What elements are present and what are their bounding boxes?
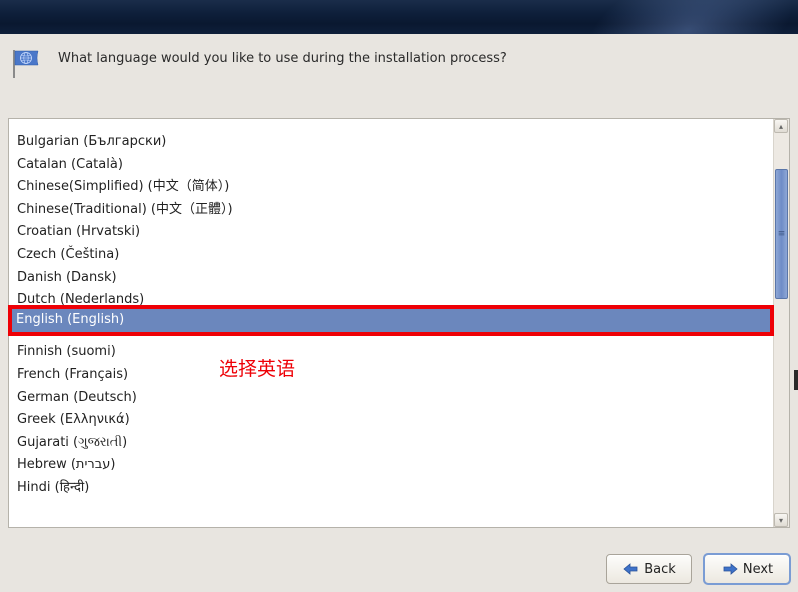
language-option[interactable]: Czech (Čeština): [17, 244, 769, 267]
scroll-up-button[interactable]: ▴: [774, 119, 788, 133]
language-option[interactable]: Bulgarian (Български): [17, 131, 769, 154]
language-option[interactable]: German (Deutsch): [17, 387, 769, 410]
language-option[interactable]: Greek (Ελληνικά): [17, 409, 769, 432]
prompt-area: What language would you like to use duri…: [0, 34, 798, 92]
language-option[interactable]: Catalan (Català): [17, 154, 769, 177]
back-button-label: Back: [644, 562, 676, 577]
back-button[interactable]: Back: [606, 554, 692, 584]
language-option[interactable]: Estonian (eesti keel): [17, 319, 769, 342]
language-option[interactable]: Gujarati (ગુજરાતી): [17, 432, 769, 455]
language-option[interactable]: Chinese(Traditional) (中文（正體）): [17, 199, 769, 222]
language-option[interactable]: Croatian (Hrvatski): [17, 221, 769, 244]
navigation-button-bar: Back Next: [606, 554, 790, 584]
language-option[interactable]: Hebrew (עברית): [17, 454, 769, 477]
language-option[interactable]: Dutch (Nederlands): [17, 289, 769, 312]
language-list-container: Bulgarian (Български)Catalan (Català)Chi…: [8, 118, 790, 528]
language-option[interactable]: [17, 312, 769, 319]
arrow-left-icon: [622, 562, 640, 576]
globe-flag-icon: [12, 48, 44, 80]
right-edge-mark: [794, 370, 798, 390]
language-list[interactable]: Bulgarian (Български)Catalan (Català)Chi…: [9, 119, 773, 527]
language-option[interactable]: French (Français): [17, 364, 769, 387]
language-option[interactable]: Danish (Dansk): [17, 267, 769, 290]
scroll-thumb[interactable]: [775, 169, 788, 299]
language-option[interactable]: Finnish (suomi): [17, 341, 769, 364]
language-option[interactable]: Hindi (हिन्दी): [17, 477, 769, 500]
arrow-right-icon: [721, 562, 739, 576]
next-button[interactable]: Next: [704, 554, 790, 584]
next-button-label: Next: [743, 562, 773, 577]
scrollbar: ▴ ▾: [773, 119, 789, 527]
installer-banner: [0, 0, 798, 34]
prompt-text: What language would you like to use duri…: [58, 48, 507, 68]
language-option[interactable]: Chinese(Simplified) (中文（简体）): [17, 176, 769, 199]
scroll-down-button[interactable]: ▾: [774, 513, 788, 527]
